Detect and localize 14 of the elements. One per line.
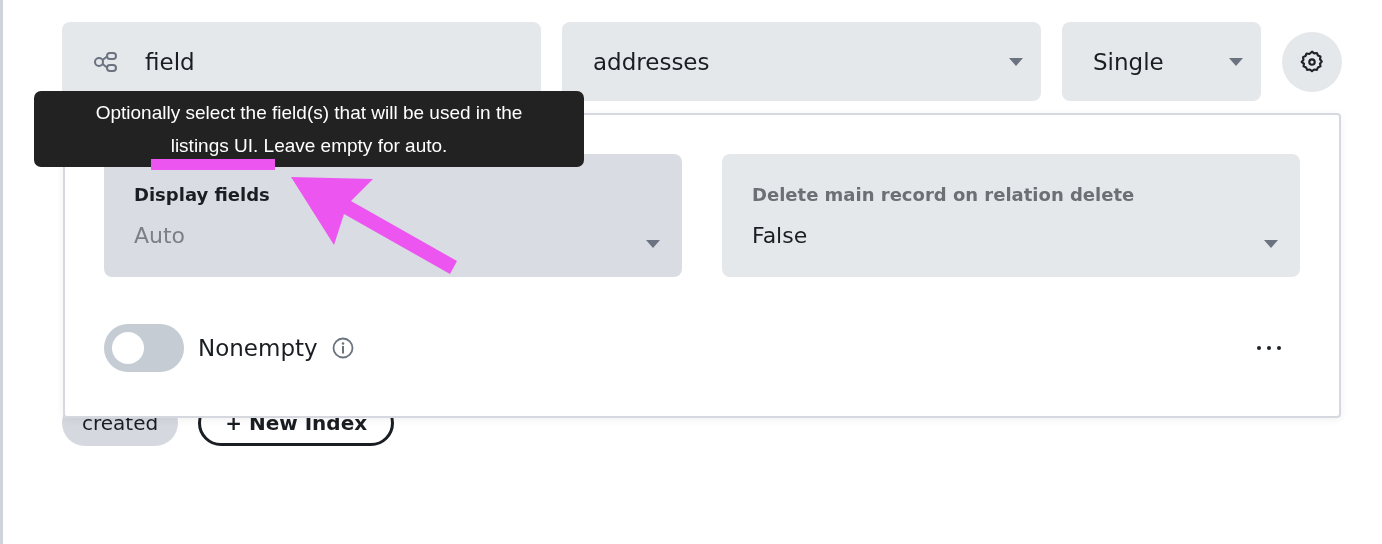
type-select[interactable]: Single: [1062, 22, 1261, 101]
collection-select[interactable]: addresses: [562, 22, 1041, 101]
info-icon: [331, 337, 354, 359]
caret-icon: [1264, 240, 1278, 248]
toggle-label: Nonempty: [198, 335, 318, 361]
caret-icon: [646, 240, 660, 248]
caret-icon: [1009, 57, 1023, 66]
tooltip: Optionally select the field(s) that will be used in the listings UI. Leave empty for auto.: [34, 91, 584, 167]
caret-icon: [1229, 57, 1243, 66]
relation-icon: [93, 49, 119, 74]
more-icon[interactable]: [1256, 345, 1282, 351]
select-field[interactable]: Delete main record on relation delete False: [722, 154, 1300, 277]
settings-icon: [1299, 48, 1325, 75]
toggle-switch[interactable]: [104, 324, 184, 372]
